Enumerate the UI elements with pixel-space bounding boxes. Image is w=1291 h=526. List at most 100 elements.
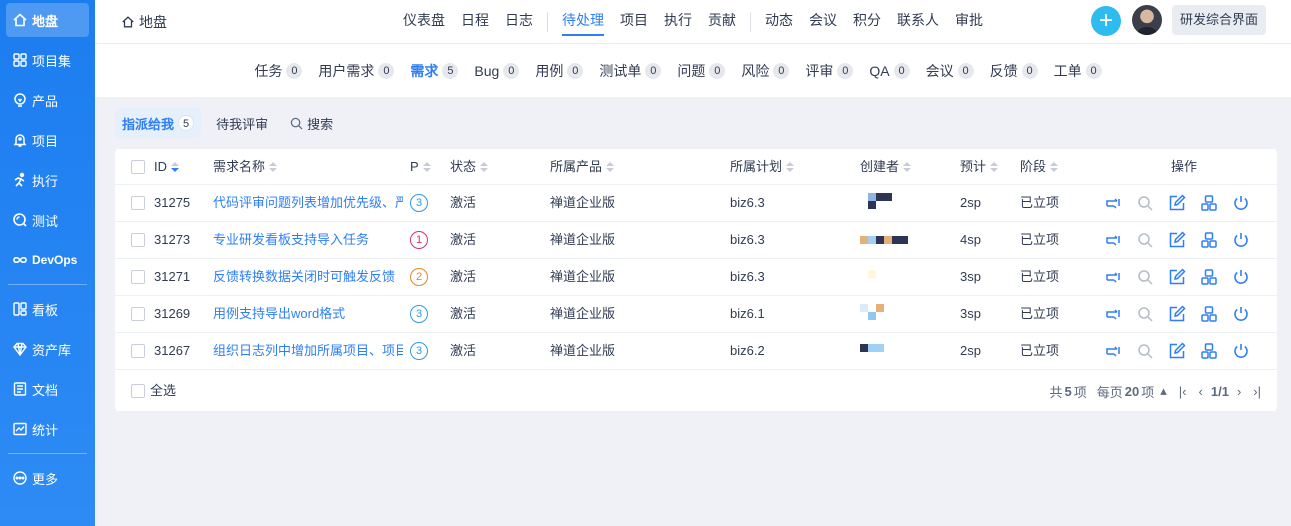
row-title-link[interactable]: 代码评审问题列表增加优先级、严 xyxy=(213,185,403,221)
filter-review[interactable]: 待我评审 xyxy=(209,108,275,138)
col-creator[interactable]: 创建者 xyxy=(860,149,912,185)
sidebar-item-program[interactable]: 项目集 xyxy=(0,40,95,80)
sidebar-item-docs[interactable]: 文档 xyxy=(0,369,95,409)
edit-icon[interactable] xyxy=(1167,193,1187,213)
create-button[interactable]: + xyxy=(1091,6,1121,36)
nav-meeting[interactable]: 会议 xyxy=(801,0,845,44)
table-row[interactable]: 31271 反馈转换数据关闭时可触发反馈 2 激活 禅道企业版 biz6.3 3sp 已立项 xyxy=(115,259,1277,296)
col-name[interactable]: 需求名称 xyxy=(213,149,278,185)
close-power-icon[interactable] xyxy=(1231,230,1251,250)
subnav-item[interactable]: QA 0 xyxy=(869,62,910,79)
subnav-item[interactable]: 问题 0 xyxy=(677,61,726,81)
edit-icon[interactable] xyxy=(1167,230,1187,250)
row-checkbox[interactable] xyxy=(131,307,145,321)
nav-log[interactable]: 日志 xyxy=(497,0,541,44)
table-row[interactable]: 31267 组织日志列中增加所属项目、项目 3 激活 禅道企业版 biz6.2 2sp 已立项 xyxy=(115,333,1277,370)
nav-dashboard[interactable]: 仪表盘 xyxy=(395,0,453,44)
nav-contacts[interactable]: 联系人 xyxy=(889,0,947,44)
change-icon[interactable] xyxy=(1103,267,1123,287)
review-icon[interactable] xyxy=(1135,341,1155,361)
split-icon[interactable] xyxy=(1199,193,1219,213)
sidebar-item-devops[interactable]: DevOps xyxy=(0,240,95,280)
close-power-icon[interactable] xyxy=(1231,341,1251,361)
sidebar-item-kanban[interactable]: 看板 xyxy=(0,289,95,329)
nav-approval[interactable]: 审批 xyxy=(947,0,991,44)
nav-dynamic[interactable]: 动态 xyxy=(757,0,801,44)
subnav-item[interactable]: 风险 0 xyxy=(741,61,790,81)
nav-todo[interactable]: 待处理 xyxy=(554,0,612,44)
mode-switch-button[interactable]: 研发综合界面 xyxy=(1172,5,1267,35)
subnav-item[interactable]: Bug 0 xyxy=(474,62,520,79)
pager-per-page[interactable]: 20 xyxy=(1125,384,1139,399)
change-icon[interactable] xyxy=(1103,230,1123,250)
subnav-item[interactable]: 评审 0 xyxy=(805,61,854,81)
review-icon[interactable] xyxy=(1135,304,1155,324)
subnav-item[interactable]: 需求 5 xyxy=(410,61,459,81)
col-estimate[interactable]: 预计 xyxy=(960,149,999,185)
row-checkbox[interactable] xyxy=(131,344,145,358)
sidebar-item-qa[interactable]: 测试 xyxy=(0,200,95,240)
sidebar-item-stats[interactable]: 统计 xyxy=(0,409,95,449)
review-icon[interactable] xyxy=(1135,267,1155,287)
subnav-item[interactable]: 用户需求 0 xyxy=(318,61,395,81)
col-stage[interactable]: 阶段 xyxy=(1020,149,1059,185)
table-row[interactable]: 31273 专业研发看板支持导入任务 1 激活 禅道企业版 biz6.3 4sp 已立项 xyxy=(115,222,1277,259)
sidebar-item-home[interactable]: 地盘 xyxy=(6,3,89,37)
col-priority[interactable]: P xyxy=(410,149,431,185)
edit-icon[interactable] xyxy=(1167,267,1187,287)
table-row[interactable]: 31275 代码评审问题列表增加优先级、严 3 激活 禅道企业版 biz6.3 2sp 已立项 xyxy=(115,185,1277,222)
breadcrumb[interactable]: 地盘 xyxy=(121,12,167,32)
edit-icon[interactable] xyxy=(1167,341,1187,361)
close-power-icon[interactable] xyxy=(1231,304,1251,324)
prev-page-icon[interactable]: ‹ xyxy=(1199,384,1203,399)
nav-project[interactable]: 项目 xyxy=(612,0,656,44)
nav-calendar[interactable]: 日程 xyxy=(453,0,497,44)
col-plan[interactable]: 所属计划 xyxy=(730,149,795,185)
sidebar-item-project[interactable]: 项目 xyxy=(0,120,95,160)
filter-assigned-to-me[interactable]: 指派给我 5 xyxy=(115,108,202,138)
subnav-item[interactable]: 反馈 0 xyxy=(990,61,1038,81)
close-power-icon[interactable] xyxy=(1231,193,1251,213)
split-icon[interactable] xyxy=(1199,341,1219,361)
sidebar-item-execution[interactable]: 执行 xyxy=(0,160,95,200)
review-icon[interactable] xyxy=(1135,193,1155,213)
search-toggle[interactable]: 搜索 xyxy=(283,108,340,138)
row-title-link[interactable]: 专业研发看板支持导入任务 xyxy=(213,222,403,258)
last-page-icon[interactable]: ›| xyxy=(1253,384,1261,399)
sidebar-item-assets[interactable]: 资产库 xyxy=(0,329,95,369)
subnav-item[interactable]: 用例 0 xyxy=(535,61,584,81)
close-power-icon[interactable] xyxy=(1231,267,1251,287)
split-icon[interactable] xyxy=(1199,304,1219,324)
change-icon[interactable] xyxy=(1103,304,1123,324)
subnav-item[interactable]: 测试单 0 xyxy=(599,61,662,81)
select-all-checkbox[interactable] xyxy=(131,384,145,398)
review-icon[interactable] xyxy=(1135,230,1155,250)
col-status[interactable]: 状态 xyxy=(450,149,489,185)
caret-up-icon[interactable]: ▴ xyxy=(1160,383,1167,399)
row-checkbox[interactable] xyxy=(131,270,145,284)
sidebar-item-product[interactable]: 产品 xyxy=(0,80,95,120)
subnav-item[interactable]: 任务 0 xyxy=(254,61,303,81)
row-checkbox[interactable] xyxy=(131,196,145,210)
table-row[interactable]: 31269 用例支持导出word格式 3 激活 禅道企业版 biz6.1 3sp 已立项 xyxy=(115,296,1277,333)
split-icon[interactable] xyxy=(1199,267,1219,287)
select-all-label[interactable]: 全选 xyxy=(150,373,176,409)
col-product[interactable]: 所属产品 xyxy=(550,149,615,185)
edit-icon[interactable] xyxy=(1167,304,1187,324)
first-page-icon[interactable]: |‹ xyxy=(1179,384,1187,399)
subnav-item[interactable]: 工单 0 xyxy=(1054,61,1102,81)
split-icon[interactable] xyxy=(1199,230,1219,250)
col-id[interactable]: ID xyxy=(154,149,179,185)
row-title-link[interactable]: 用例支持导出word格式 xyxy=(213,296,403,332)
subnav-item[interactable]: 会议 0 xyxy=(926,61,974,81)
nav-score[interactable]: 积分 xyxy=(845,0,889,44)
nav-execution[interactable]: 执行 xyxy=(656,0,700,44)
row-title-link[interactable]: 组织日志列中增加所属项目、项目 xyxy=(213,333,403,369)
select-all-checkbox-header[interactable] xyxy=(131,160,145,174)
nav-contribution[interactable]: 贡献 xyxy=(700,0,744,44)
change-icon[interactable] xyxy=(1103,193,1123,213)
sidebar-item-more[interactable]: 更多 xyxy=(0,458,95,498)
avatar[interactable] xyxy=(1132,5,1162,35)
row-checkbox[interactable] xyxy=(131,233,145,247)
row-title-link[interactable]: 反馈转换数据关闭时可触发反馈 xyxy=(213,259,403,295)
